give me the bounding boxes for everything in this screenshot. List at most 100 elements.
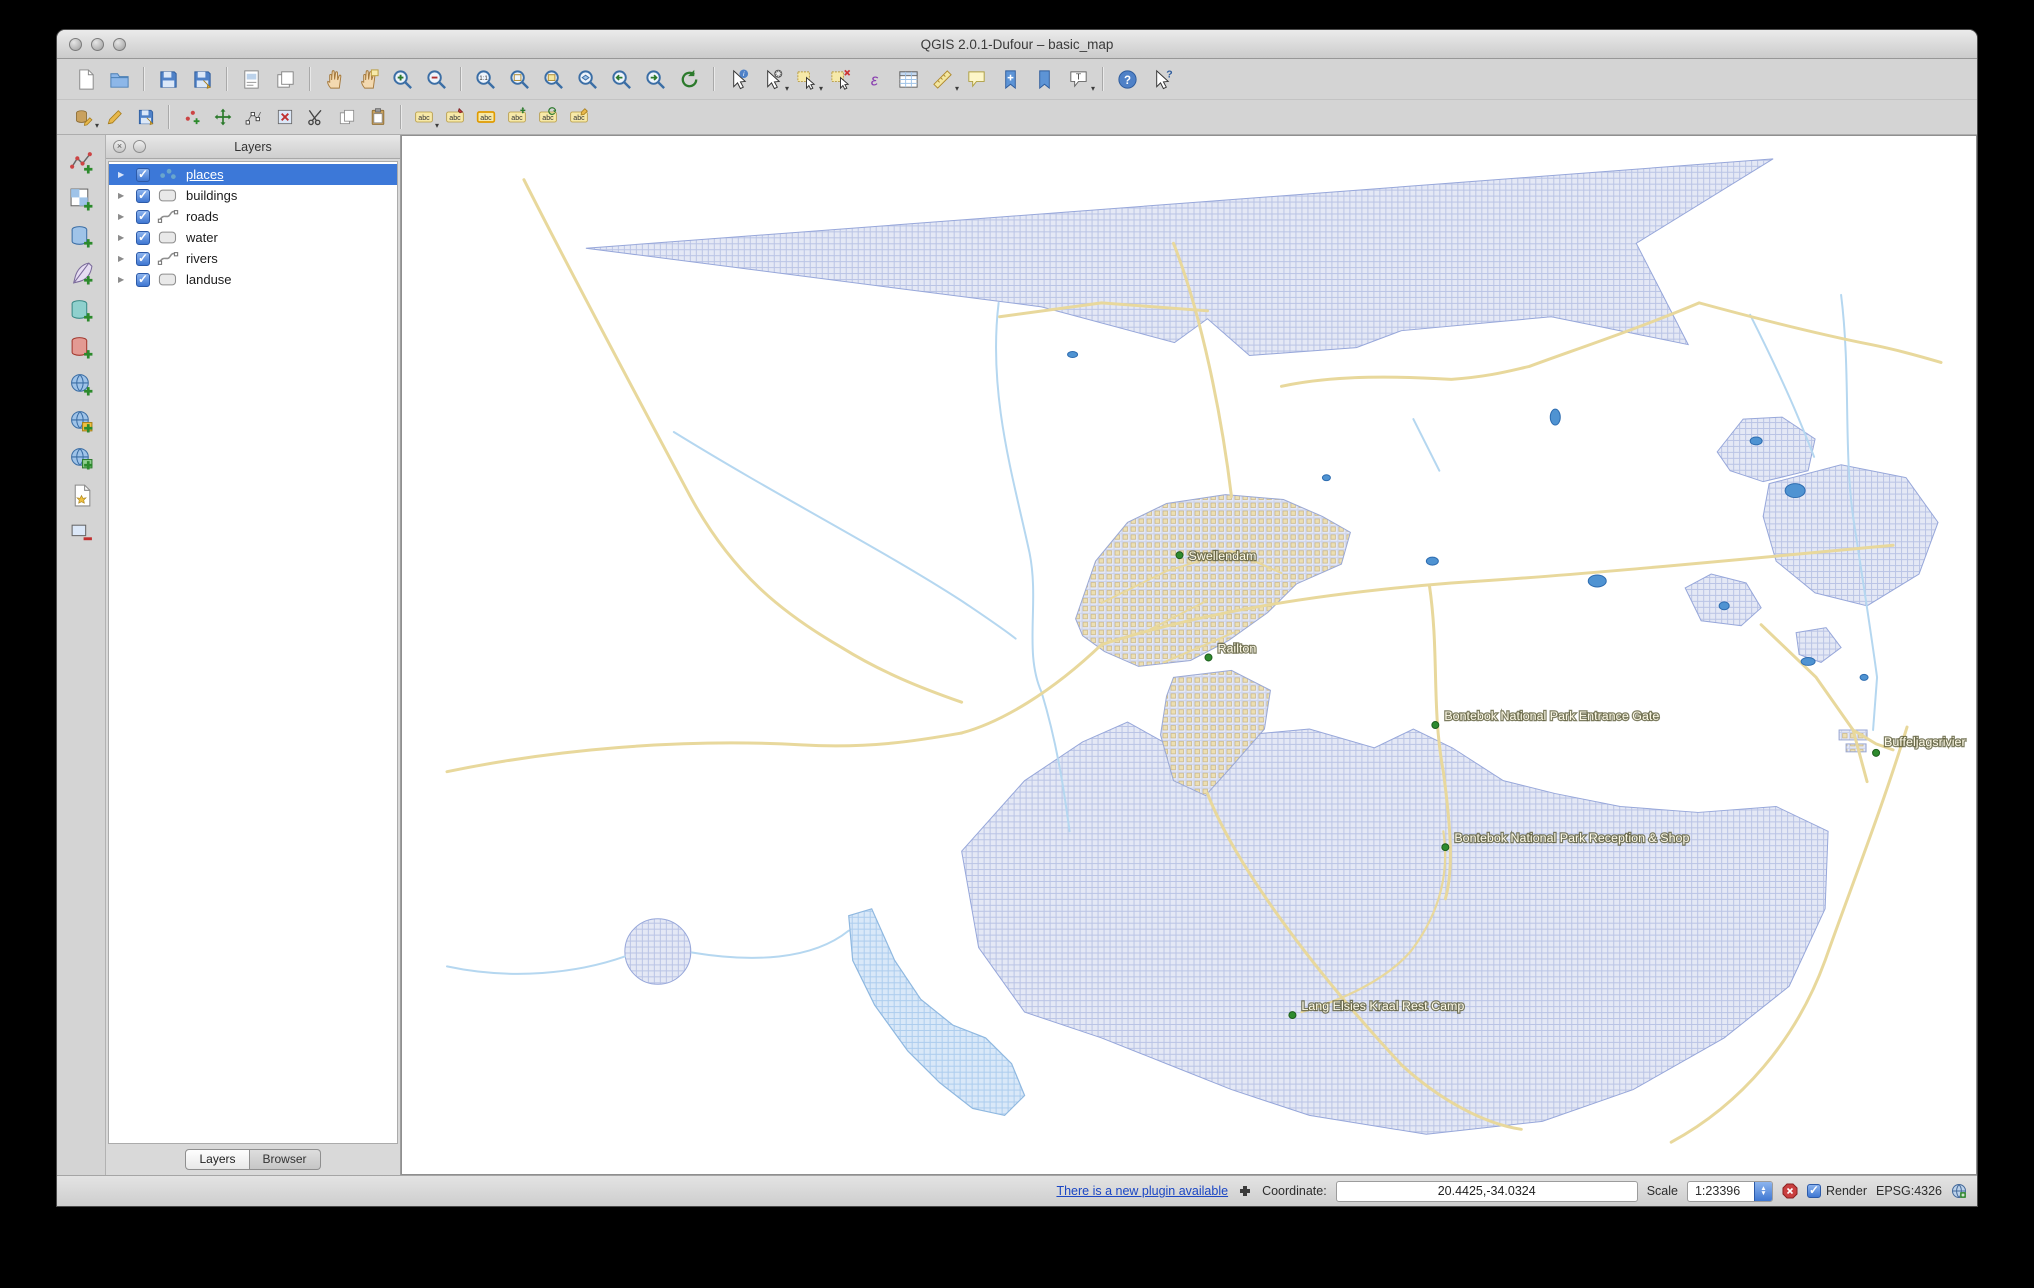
add-spatialite-layer-button[interactable] (62, 258, 100, 288)
plugin-icon (1240, 1186, 1251, 1196)
cut-features-button[interactable] (301, 104, 330, 131)
zoom-next-button[interactable] (639, 64, 671, 94)
add-wfs-layer-button[interactable] (62, 443, 100, 473)
place-marker (1288, 1011, 1297, 1020)
zoom-in-button[interactable] (386, 64, 418, 94)
map-tips-button[interactable] (960, 64, 992, 94)
expand-arrow-icon[interactable]: ▶ (118, 254, 129, 263)
zoom-full-button[interactable] (503, 64, 535, 94)
layer-row-places[interactable]: ▶ places (109, 164, 397, 185)
remove-layer-button[interactable] (62, 517, 100, 547)
layer-visibility-checkbox[interactable] (136, 230, 150, 245)
node-tool-button[interactable] (239, 104, 268, 131)
add-wfs-layer-icon (69, 446, 94, 471)
scale-combo[interactable]: 1:23396 ▲ ▼ (1686, 1180, 1773, 1202)
layers-panel-header[interactable]: × Layers (106, 135, 400, 159)
place-swellendam: Swellendam (1175, 548, 1258, 564)
composer-manager-button[interactable] (269, 64, 301, 94)
zoom-to-selection-button[interactable] (537, 64, 569, 94)
layer-row-roads[interactable]: ▶ roads (109, 206, 397, 227)
help-contents-button[interactable] (1111, 64, 1143, 94)
new-shapefile-layer-button[interactable] (62, 480, 100, 510)
coordinate-input[interactable]: 20.4425,-34.0324 (1335, 1180, 1638, 1202)
layer-visibility-checkbox[interactable] (136, 251, 150, 266)
delete-selected-button[interactable] (270, 104, 299, 131)
deselect-features-button[interactable] (824, 64, 856, 94)
layer-row-buildings[interactable]: ▶ buildings (109, 185, 397, 206)
expand-arrow-icon[interactable]: ▶ (118, 191, 129, 200)
save-layer-edits-button[interactable] (131, 104, 160, 131)
open-attribute-table-button[interactable] (892, 64, 924, 94)
add-mssql-layer-button[interactable] (62, 295, 100, 325)
zoom-window-button[interactable] (113, 37, 126, 51)
map-canvas[interactable]: Swellendam Railton Bontebok National Par… (401, 135, 1977, 1175)
whats-this-button[interactable] (1145, 64, 1177, 94)
toggle-editing-button[interactable] (100, 104, 129, 131)
layer-row-rivers[interactable]: ▶ rivers (109, 248, 397, 269)
add-wms-layer-button[interactable] (62, 369, 100, 399)
zoom-last-button[interactable] (605, 64, 637, 94)
lay er-row-landuse[interactable]: ▶ landuse (109, 269, 397, 290)
move-feature-button[interactable] (208, 104, 237, 131)
add-feature-button[interactable] (177, 104, 206, 131)
zoom-to-layer-button[interactable] (571, 64, 603, 94)
tab-layers[interactable]: Layers (185, 1148, 250, 1170)
save-project-as-button[interactable] (186, 64, 218, 94)
qgis-window: QGIS 2.0.1-Dufour – basic_map ▾ ▾ ▾ ▾ ▾ … (57, 30, 1977, 1206)
render-checkbox[interactable] (1806, 1183, 1821, 1198)
new-bookmark-button[interactable] (994, 64, 1026, 94)
select-by-expression-button[interactable] (858, 64, 890, 94)
expand-arrow-icon[interactable]: ▶ (118, 275, 129, 284)
plugin-available-link[interactable]: There is a new plugin available (1056, 1184, 1228, 1198)
close-window-button[interactable] (69, 37, 82, 51)
run-feature-action-button[interactable]: ▾ (756, 64, 789, 94)
pan-to-selection-button[interactable] (352, 64, 384, 94)
expand-arrow-icon[interactable]: ▶ (118, 233, 129, 242)
layer-visibility-checkbox[interactable] (136, 209, 150, 224)
identify-features-button[interactable] (722, 64, 754, 94)
show-bookmarks-button[interactable] (1028, 64, 1060, 94)
dropdown-arrow-icon: ▾ (954, 84, 959, 93)
new-project-button[interactable] (69, 64, 101, 94)
layer-row-water[interactable]: ▶ water (109, 227, 397, 248)
labeling-options-button[interactable]: ▾ (409, 104, 439, 131)
layer-visibility-checkbox[interactable] (136, 188, 150, 203)
open-project-button[interactable] (103, 64, 135, 94)
layer-name: buildings (186, 188, 238, 203)
zoom-native-button[interactable] (469, 64, 501, 94)
save-project-button[interactable] (152, 64, 184, 94)
stop-render-icon[interactable] (1782, 1183, 1798, 1199)
pin-unpin-labels-button[interactable] (440, 104, 469, 131)
rotate-label-button[interactable] (533, 104, 562, 131)
zoom-out-button[interactable] (420, 64, 452, 94)
layer-visibility-checkbox[interactable] (136, 167, 150, 182)
change-label-properties-button[interactable] (564, 104, 593, 131)
add-postgis-layer-button[interactable] (62, 221, 100, 251)
add-oracle-layer-button[interactable] (62, 332, 100, 362)
expand-arrow-icon[interactable]: ▶ (118, 212, 129, 221)
crs-status-button[interactable] (1951, 1183, 1967, 1199)
current-edits-button[interactable]: ▾ (69, 104, 99, 131)
text-annotation-button[interactable]: ▾ (1062, 64, 1095, 94)
select-features-button[interactable]: ▾ (790, 64, 823, 94)
measure-button[interactable]: ▾ (926, 64, 959, 94)
titlebar[interactable]: QGIS 2.0.1-Dufour – basic_map (57, 30, 1977, 59)
layer-visibility-checkbox[interactable] (136, 272, 150, 287)
highlight-pinned-labels-button[interactable] (471, 104, 500, 131)
map-tips-icon (965, 68, 988, 91)
combo-arrows-icon[interactable]: ▲ ▼ (1753, 1181, 1772, 1201)
refresh-map-button[interactable] (673, 64, 705, 94)
new-print-composer-button[interactable] (235, 64, 267, 94)
add-raster-layer-button[interactable] (62, 184, 100, 214)
tab-browser[interactable]: Browser (249, 1148, 321, 1170)
copy-features-button[interactable] (332, 104, 361, 131)
move-label-button[interactable] (502, 104, 531, 131)
place-marker (1175, 551, 1184, 560)
add-vector-layer-button[interactable] (62, 147, 100, 177)
map-label-reception-shop: Bontebok National Park Reception & Shop (1454, 831, 1689, 845)
add-wcs-layer-button[interactable] (62, 406, 100, 436)
minimize-window-button[interactable] (91, 37, 104, 51)
expand-arrow-icon[interactable]: ▶ (118, 170, 129, 179)
paste-features-button[interactable] (363, 104, 392, 131)
pan-map-button[interactable] (318, 64, 350, 94)
